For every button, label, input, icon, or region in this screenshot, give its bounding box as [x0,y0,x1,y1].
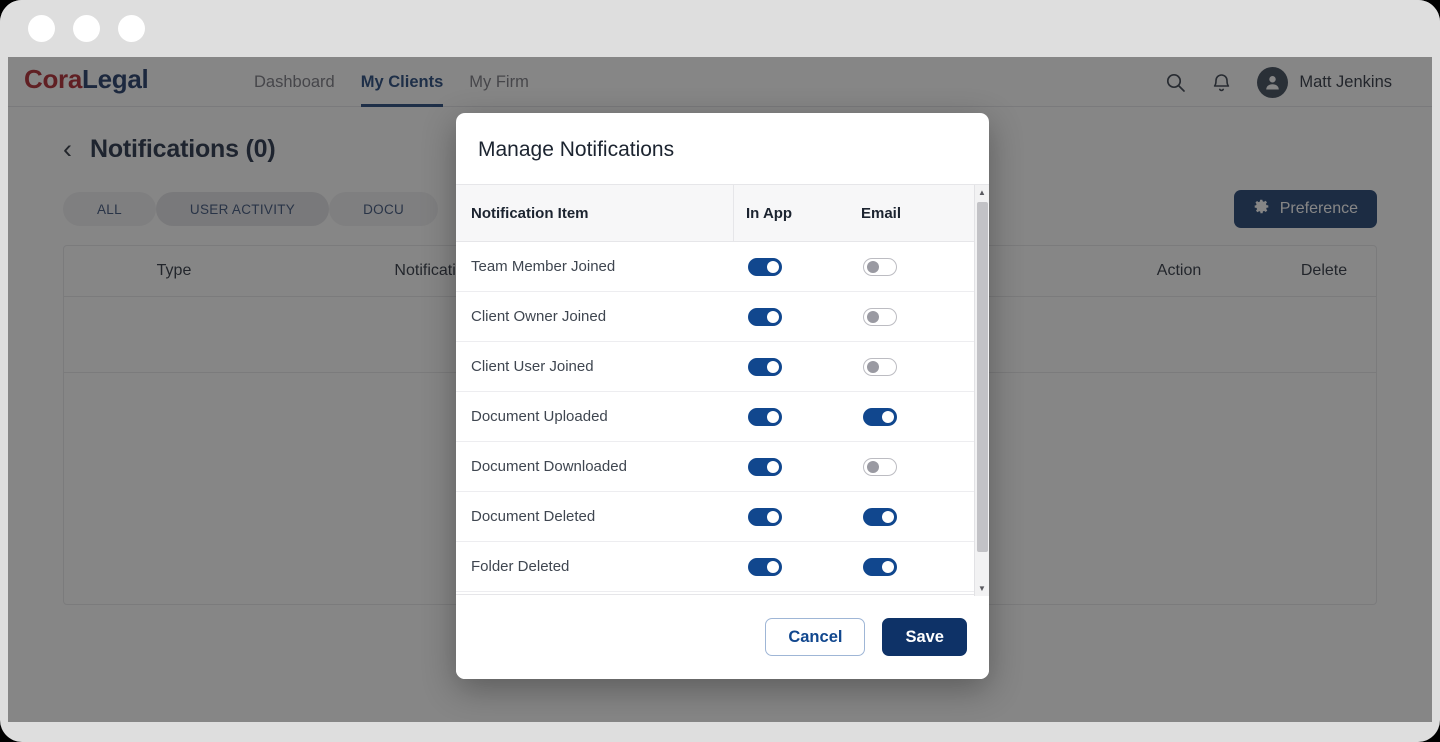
toggle-knob [867,310,879,323]
toggle-knob [767,360,779,373]
toggle-knob [867,460,879,473]
window-close-button[interactable] [28,15,55,42]
browser-viewport: CoraLegal Dashboard My Clients My Firm [8,57,1432,722]
in-app-toggle-cell [734,257,851,276]
email-toggle[interactable] [863,257,897,276]
browser-window: CoraLegal Dashboard My Clients My Firm [0,0,1440,742]
notification-preferences-table: Notification Item In App Email Team Memb… [456,184,989,596]
table-row: Team Member Joined [456,242,989,292]
email-toggle[interactable] [863,357,897,376]
in-app-toggle-cell [734,307,851,326]
column-header-notification-item: Notification Item [456,184,734,242]
scroll-up-arrow-icon[interactable]: ▲ [975,185,989,200]
email-toggle-cell [851,307,961,326]
toggle-knob [882,560,894,573]
table-row: Document Deleted [456,492,989,542]
email-toggle-cell [851,257,961,276]
email-toggle[interactable] [863,307,897,326]
email-toggle[interactable] [863,457,897,476]
toggle-knob [867,360,879,373]
in-app-toggle-cell [734,507,851,526]
email-toggle-cell [851,407,961,426]
modal-table-header-row: Notification Item In App Email [456,184,989,242]
window-minimize-button[interactable] [73,15,100,42]
modal-title: Manage Notifications [478,138,675,161]
notification-item-label: Document Downloaded [471,458,627,475]
in-app-toggle-cell [734,557,851,576]
in-app-toggle[interactable] [748,307,782,326]
toggle-knob [867,260,879,273]
toggle-knob [767,460,779,473]
in-app-toggle[interactable] [748,507,782,526]
in-app-toggle-cell [734,357,851,376]
in-app-toggle[interactable] [748,407,782,426]
window-maximize-button[interactable] [118,15,145,42]
notification-item-label: Client Owner Joined [471,308,607,325]
table-row: Document Uploaded [456,392,989,442]
column-header-in-app: In App [746,204,793,222]
table-row: Document Downloaded [456,442,989,492]
toggle-knob [767,310,779,323]
toggle-knob [767,560,779,573]
notification-item-label: Team Member Joined [471,258,616,275]
table-row: Client Owner Joined [456,292,989,342]
manage-notifications-modal: Manage Notifications Notification Item I… [456,113,989,679]
toggle-knob [767,510,779,523]
email-toggle-cell [851,507,961,526]
browser-titlebar [0,0,1440,57]
email-toggle-cell [851,357,961,376]
in-app-toggle[interactable] [748,557,782,576]
notification-item-label: Client User Joined [471,358,594,375]
email-toggle-cell [851,457,961,476]
in-app-toggle[interactable] [748,357,782,376]
in-app-toggle[interactable] [748,457,782,476]
scroll-down-arrow-icon[interactable]: ▼ [975,581,989,596]
in-app-toggle-cell [734,457,851,476]
toggle-knob [882,510,894,523]
toggle-knob [882,410,894,423]
cancel-button[interactable]: Cancel [765,618,866,656]
save-button[interactable]: Save [882,618,967,656]
email-toggle-cell [851,557,961,576]
modal-footer: Cancel Save [456,595,989,679]
notification-item-label: Document Uploaded [471,408,608,425]
in-app-toggle-cell [734,407,851,426]
toggle-knob [767,260,779,273]
email-toggle[interactable] [863,557,897,576]
notification-item-label: Document Deleted [471,508,596,525]
table-row: Client User Joined [456,342,989,392]
notification-item-label: Folder Deleted [471,558,570,575]
modal-scrollbar[interactable]: ▲ ▼ [974,185,989,596]
email-toggle[interactable] [863,407,897,426]
in-app-toggle[interactable] [748,257,782,276]
toggle-knob [767,410,779,423]
table-row: Folder Deleted [456,542,989,592]
scrollbar-thumb[interactable] [977,202,988,552]
email-toggle[interactable] [863,507,897,526]
column-header-email: Email [861,204,902,222]
